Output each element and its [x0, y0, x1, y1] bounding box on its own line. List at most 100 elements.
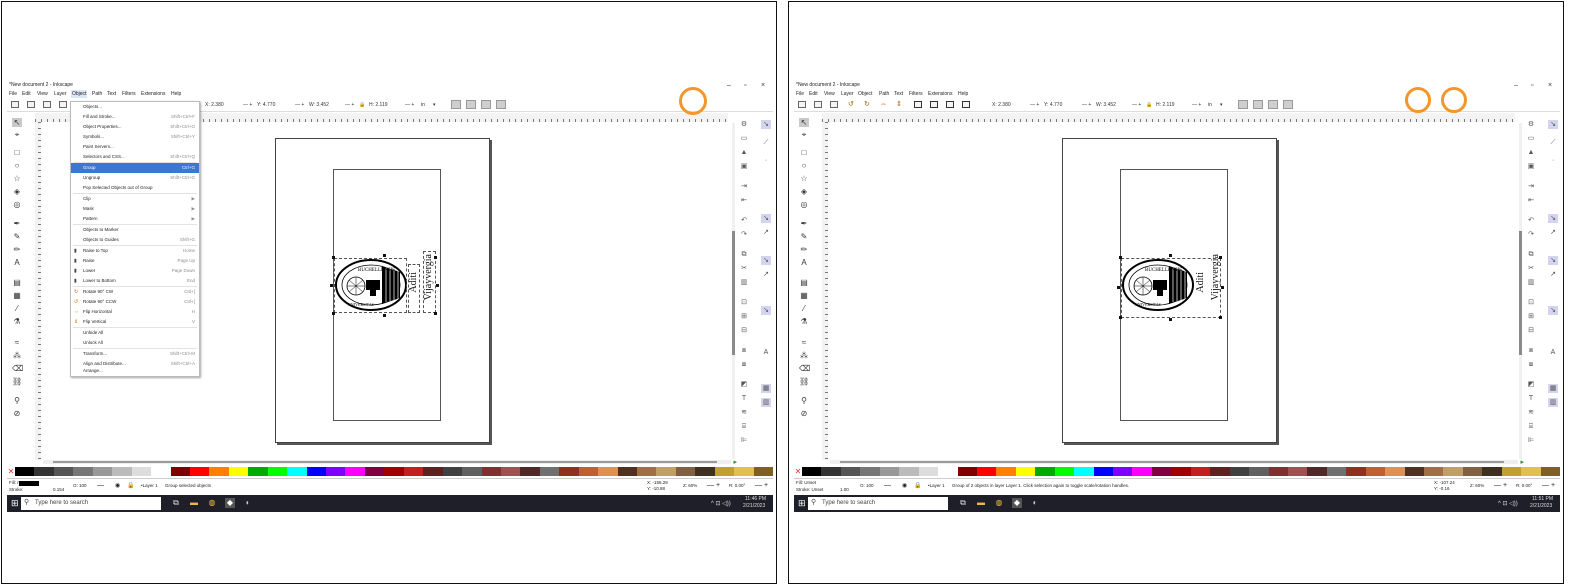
y-stepper-icon[interactable]: — +: [1082, 102, 1091, 108]
resize-handle-t[interactable]: [1169, 254, 1172, 257]
tweak-tool-icon[interactable]: ≈: [12, 338, 22, 347]
menu-object[interactable]: Object: [71, 90, 88, 98]
menu-layer[interactable]: Layer: [54, 90, 67, 98]
swatch[interactable]: [1365, 467, 1386, 476]
text-font-icon[interactable]: T: [1526, 394, 1536, 403]
save-icon[interactable]: ▲: [1526, 148, 1536, 157]
swatch[interactable]: [1054, 467, 1075, 476]
move-patterns-icon[interactable]: [1283, 100, 1293, 109]
text-tool-icon[interactable]: A: [12, 258, 22, 267]
close-icon[interactable]: ×: [1548, 82, 1552, 89]
fill-stroke-icon[interactable]: ◩: [1526, 380, 1536, 389]
resize-handle-t[interactable]: [383, 254, 386, 257]
swatch[interactable]: [1385, 467, 1405, 476]
swatch[interactable]: [860, 467, 880, 476]
y-stepper-icon[interactable]: — +: [295, 102, 304, 108]
text-font-icon[interactable]: T: [739, 394, 749, 403]
snap-nodes-icon[interactable]: ↘: [1548, 214, 1558, 223]
menu-item-raise-to-top[interactable]: ▮ Raise to Top Home: [71, 246, 199, 256]
save-icon[interactable]: ▲: [739, 148, 749, 157]
node-tool-icon[interactable]: ⌖: [12, 130, 22, 139]
swatch[interactable]: [73, 467, 93, 476]
swatch[interactable]: [151, 467, 171, 476]
lock-ratio-icon[interactable]: 🔒: [1146, 102, 1152, 108]
menu-item-mask[interactable]: Mask ▶: [71, 204, 199, 214]
zoom-drawing-icon[interactable]: ⊞: [739, 312, 749, 321]
snap-center-icon[interactable]: ↘: [1548, 306, 1558, 315]
menu-item-pop-out-of-group[interactable]: Pop Selected Objects out of Group: [71, 183, 199, 193]
calligraphy-tool-icon[interactable]: ✎: [12, 232, 22, 241]
scale-corners-icon[interactable]: [466, 100, 476, 109]
fill-swatch[interactable]: [19, 481, 39, 486]
snap-midpoint-icon[interactable]: ↘: [1548, 256, 1558, 265]
menu-filters[interactable]: Filters: [122, 90, 136, 98]
ellipse-tool-icon[interactable]: ○: [799, 161, 809, 170]
zoom-field[interactable]: Z: 60%: [1470, 483, 1484, 488]
horizontal-scrollbar[interactable]: ▸: [43, 459, 737, 466]
swatch[interactable]: [734, 467, 754, 476]
swatch[interactable]: [840, 467, 861, 476]
dock-icon[interactable]: ⚙: [739, 120, 749, 129]
pencil-tool-icon[interactable]: ✏: [799, 245, 809, 254]
menu-item-rotate-cw[interactable]: ↻ Rotate 90° CW Ctrl+]: [71, 287, 199, 297]
snap-path-icon[interactable]: ↗: [1548, 228, 1558, 237]
resize-handle-l[interactable]: [330, 284, 333, 287]
file-explorer-icon[interactable]: ▬: [976, 498, 986, 508]
measure-tool-icon[interactable]: ⊘: [799, 409, 809, 418]
snap-edge-icon[interactable]: ·: [761, 156, 771, 165]
menu-path[interactable]: Path: [92, 90, 102, 98]
swatch[interactable]: [287, 467, 307, 476]
paste-icon[interactable]: ▥: [1526, 278, 1536, 287]
lock-ratio-icon[interactable]: 🔒: [359, 102, 365, 108]
swatch[interactable]: [1326, 467, 1347, 476]
resize-handle-br[interactable]: [434, 312, 437, 315]
opacity-field[interactable]: O: 100: [860, 483, 874, 488]
swatch[interactable]: [598, 467, 618, 476]
swatch[interactable]: [209, 467, 229, 476]
stroke-width-value[interactable]: 0.154: [53, 487, 64, 492]
box3d-tool-icon[interactable]: ◈: [799, 187, 809, 196]
resize-handle-l[interactable]: [1117, 286, 1120, 289]
fill-stroke-icon[interactable]: ◩: [739, 380, 749, 389]
transform-icon[interactable]: [59, 101, 67, 108]
swatch[interactable]: [1287, 467, 1308, 476]
zoom-selection-icon[interactable]: ⊡: [1526, 298, 1536, 307]
deselect-icon[interactable]: [43, 101, 51, 108]
menu-view[interactable]: View: [37, 90, 48, 98]
text-tool-icon[interactable]: A: [799, 258, 809, 267]
resize-handle-tr[interactable]: [434, 256, 437, 259]
menu-item-rotate-ccw[interactable]: ↺ Rotate 90° CCW Ctrl+[: [71, 297, 199, 307]
print-icon[interactable]: ▣: [1526, 162, 1536, 171]
zoom-tool-icon[interactable]: ⚲: [12, 396, 22, 405]
clone-icon[interactable]: ⧇: [1526, 360, 1536, 369]
xml-editor-icon[interactable]: ⌸: [1526, 422, 1536, 431]
opacity-stepper-icon[interactable]: —: [884, 482, 891, 489]
snap-bbox-icon[interactable]: ⟋: [1548, 138, 1558, 147]
connector-tool-icon[interactable]: ⛓: [12, 377, 22, 386]
scroll-arrow-icon[interactable]: ▸: [733, 458, 737, 466]
menu-item-objects-to-marker[interactable]: Objects to Marker: [71, 225, 199, 235]
unit-select[interactable]: in: [421, 102, 425, 108]
swatch[interactable]: [675, 467, 696, 476]
inkscape-taskbar-icon[interactable]: ◆: [225, 498, 235, 508]
snap-toggle-icon[interactable]: ↘: [1548, 120, 1558, 129]
swatch[interactable]: [500, 467, 521, 476]
connector-tool-icon[interactable]: ⛓: [799, 377, 809, 386]
mesh-tool-icon[interactable]: ▦: [12, 291, 22, 300]
swatch[interactable]: [92, 467, 113, 476]
scale-stroke-icon[interactable]: [451, 100, 461, 109]
swatch[interactable]: [442, 467, 463, 476]
swatch[interactable]: [695, 467, 715, 476]
lower-to-bottom-icon[interactable]: [962, 101, 970, 108]
w-field[interactable]: W: 3.452: [309, 102, 329, 108]
swatch[interactable]: [345, 467, 365, 476]
y-field[interactable]: Y: 4.770: [1044, 102, 1062, 108]
ellipse-tool-icon[interactable]: ○: [12, 161, 22, 170]
menu-item-objects-to-guides[interactable]: Objects to Guides Shift+G: [71, 235, 199, 245]
swatch[interactable]: [1132, 467, 1152, 476]
swatch[interactable]: [326, 467, 346, 476]
snap-midpoint-icon[interactable]: ↘: [761, 256, 771, 265]
tweak-tool-icon[interactable]: ≈: [799, 338, 809, 347]
eye-icon[interactable]: ◉: [902, 482, 907, 489]
paste-icon[interactable]: ▥: [739, 278, 749, 287]
